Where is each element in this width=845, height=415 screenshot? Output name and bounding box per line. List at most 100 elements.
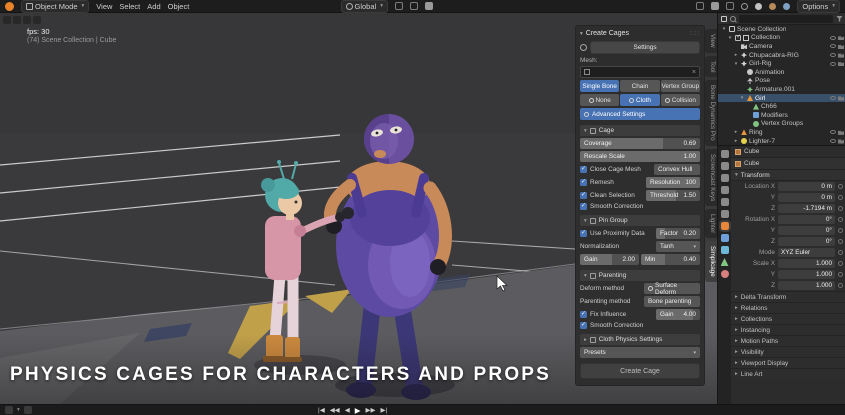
- tab-view[interactable]: View: [705, 29, 717, 53]
- pin-group-section-header[interactable]: Pin Group: [580, 215, 700, 226]
- camera-visibility-icon[interactable]: [838, 139, 844, 144]
- create-cage-button[interactable]: Create Cage: [580, 363, 700, 379]
- previous-keyframe-button[interactable]: ◀◀: [330, 406, 340, 414]
- mesh-input[interactable]: [580, 66, 700, 78]
- outliner-row-camera[interactable]: Camera: [718, 42, 845, 51]
- camera-visibility-icon[interactable]: [838, 35, 844, 40]
- section-delta-transform[interactable]: Delta Transform: [731, 291, 845, 302]
- proportional-edit-icon[interactable]: [425, 2, 433, 10]
- resolution-slider[interactable]: Resolution 100: [646, 177, 700, 188]
- close-cage-checkbox[interactable]: [580, 166, 587, 173]
- outliner-row-girl-rig[interactable]: Girl-Rig: [718, 59, 845, 68]
- object-data-tab-icon[interactable]: [721, 258, 729, 266]
- animate-decorator-icon[interactable]: [838, 228, 843, 233]
- outliner-search-input[interactable]: [739, 15, 833, 23]
- modifiers-tab-icon[interactable]: [721, 234, 729, 242]
- location-z-field[interactable]: -1.7194 m: [778, 204, 835, 213]
- threshold-slider[interactable]: Threshold 1.50: [646, 190, 700, 201]
- section-collections[interactable]: Collections: [731, 313, 845, 324]
- vertex-group-button[interactable]: Vertex Group: [661, 80, 700, 92]
- smooth-correction-checkbox[interactable]: [580, 203, 587, 210]
- cage-section-header[interactable]: Cage: [580, 125, 700, 136]
- tab-simplicage[interactable]: Simplicage: [705, 241, 717, 282]
- physics-none-button[interactable]: None: [580, 94, 619, 106]
- coverage-slider[interactable]: Coverage 0.69: [580, 138, 700, 149]
- physics-collision-button[interactable]: Collision: [661, 94, 700, 106]
- gain-slider[interactable]: Gain 2.00: [580, 254, 639, 265]
- show-gizmo-icon[interactable]: [696, 2, 704, 10]
- chain-button[interactable]: Chain: [620, 80, 659, 92]
- location-y-field[interactable]: 0 m: [778, 193, 835, 202]
- outliner-row-scene-collection[interactable]: Scene Collection: [718, 25, 845, 34]
- clear-icon[interactable]: [692, 69, 696, 76]
- parenting-smooth-checkbox[interactable]: [580, 322, 587, 329]
- jump-to-start-button[interactable]: |◀: [318, 406, 325, 414]
- location-x-field[interactable]: 0 m: [778, 182, 835, 191]
- shading-solid-icon[interactable]: [755, 3, 762, 10]
- rotation-mode-dropdown[interactable]: XYZ Euler: [778, 248, 835, 257]
- animate-decorator-icon[interactable]: [838, 283, 843, 288]
- shading-wireframe-icon[interactable]: [741, 3, 748, 10]
- section-visibility[interactable]: Visibility: [731, 346, 845, 357]
- play-button[interactable]: ▶: [355, 406, 361, 415]
- animate-decorator-icon[interactable]: [838, 261, 843, 266]
- tab-bone-dynamics-pro[interactable]: Bone Dynamics Pro: [705, 80, 717, 146]
- scene-tab-icon[interactable]: [721, 198, 729, 206]
- expand-icon[interactable]: [733, 52, 739, 58]
- section-relations[interactable]: Relations: [731, 302, 845, 313]
- outliner-row-chupacabra-rig[interactable]: Chupacabra-RIG: [718, 51, 845, 60]
- tab-lighter[interactable]: Lighter: [705, 209, 717, 238]
- hide-eye-icon[interactable]: [830, 53, 836, 57]
- rescale-slider[interactable]: Rescale Scale 1.00: [580, 151, 700, 162]
- hide-eye-icon[interactable]: [830, 96, 836, 100]
- camera-visibility-icon[interactable]: [838, 61, 844, 66]
- scale-y-field[interactable]: 1.000: [778, 270, 835, 279]
- advanced-settings-toggle[interactable]: Advanced Settings: [580, 108, 700, 120]
- camera-visibility-icon[interactable]: [838, 130, 844, 135]
- factor-slider[interactable]: Factor 0.20: [656, 228, 700, 239]
- scale-x-field[interactable]: 1.000: [778, 259, 835, 268]
- search-icon[interactable]: [730, 16, 736, 22]
- outliner-editor-icon[interactable]: [721, 16, 727, 22]
- world-tab-icon[interactable]: [721, 210, 729, 218]
- deform-method-dropdown[interactable]: Surface Deform: [644, 283, 700, 294]
- clean-selection-checkbox[interactable]: [580, 192, 587, 199]
- blender-logo-icon[interactable]: [5, 2, 14, 11]
- outliner-row-pose[interactable]: Pose: [718, 77, 845, 86]
- timeline-menu-icon[interactable]: [24, 406, 32, 414]
- expand-icon[interactable]: [733, 138, 739, 144]
- single-bone-button[interactable]: Single Bone: [580, 80, 619, 92]
- tool-icon-1[interactable]: [13, 16, 21, 24]
- proximity-checkbox[interactable]: [580, 230, 587, 237]
- section-line-art[interactable]: Line Art: [731, 368, 845, 379]
- animate-decorator-icon[interactable]: [838, 195, 843, 200]
- show-overlays-icon[interactable]: [711, 2, 719, 10]
- next-keyframe-button[interactable]: ▶▶: [365, 406, 375, 414]
- rotation-x-field[interactable]: 0°: [778, 215, 835, 224]
- expand-icon[interactable]: [721, 26, 727, 32]
- tool-tab-icon[interactable]: [721, 150, 729, 158]
- play-reverse-button[interactable]: ◀: [345, 406, 350, 414]
- cloth-physics-section-header[interactable]: Cloth Physics Settings: [580, 334, 700, 345]
- fix-gain-slider[interactable]: Gain 4.00: [656, 309, 700, 320]
- transform-section-header[interactable]: Transform: [731, 170, 845, 181]
- presets-dropdown[interactable]: Presets ▾: [580, 347, 700, 358]
- animate-decorator-icon[interactable]: [838, 184, 843, 189]
- tool-icon-3[interactable]: [33, 16, 41, 24]
- expand-icon[interactable]: [733, 129, 739, 135]
- hide-eye-icon[interactable]: [830, 62, 836, 66]
- xray-toggle-icon[interactable]: [726, 2, 734, 10]
- rotation-z-field[interactable]: 0°: [778, 237, 835, 246]
- filter-icon[interactable]: [836, 16, 843, 22]
- settings-tab[interactable]: Settings: [590, 41, 700, 54]
- section-viewport-display[interactable]: Viewport Display: [731, 357, 845, 368]
- outliner-row-armature-001[interactable]: Armature.001: [718, 85, 845, 94]
- outliner-row-girl[interactable]: Girl: [718, 94, 845, 103]
- jump-to-end-button[interactable]: ▶|: [380, 406, 387, 414]
- camera-visibility-icon[interactable]: [838, 53, 844, 58]
- animate-decorator-icon[interactable]: [838, 250, 843, 255]
- drag-handle-icon[interactable]: ::::: [689, 31, 700, 37]
- rotation-y-field[interactable]: 0°: [778, 226, 835, 235]
- object-name-row[interactable]: Cube: [731, 158, 845, 170]
- section-instancing[interactable]: Instancing: [731, 324, 845, 335]
